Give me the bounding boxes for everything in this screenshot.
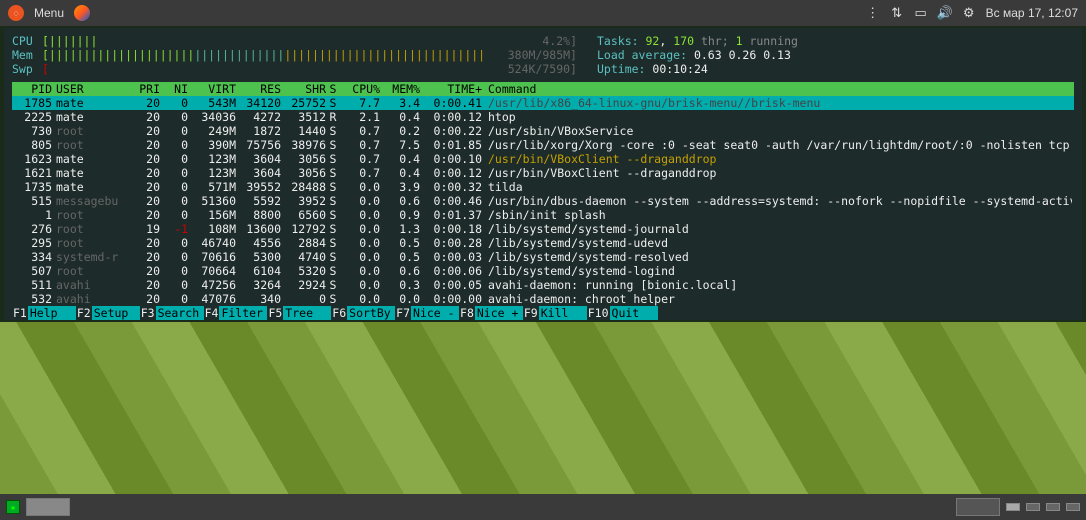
volume-icon[interactable]: 🔊 bbox=[938, 6, 952, 20]
table-row[interactable]: 532avahi200470763400S0.00.00:00.00avahi-… bbox=[12, 292, 1074, 306]
desktop-wallpaper bbox=[0, 322, 1086, 494]
cpu-value: 4.2%] bbox=[507, 34, 577, 48]
battery-icon[interactable]: ▭ bbox=[914, 6, 928, 20]
taskbar-item[interactable] bbox=[26, 498, 70, 516]
col-mem[interactable]: MEM% bbox=[380, 82, 420, 96]
workspace-3[interactable] bbox=[1046, 503, 1060, 511]
fkey-kill[interactable]: F9Kill bbox=[523, 306, 587, 320]
running-count: 1 bbox=[736, 34, 743, 48]
terminal-window: CPU [||||||| 4.2%] Tasks: 92, 170 thr; 1… bbox=[4, 28, 1082, 320]
fkey-nice[interactable]: F8Nice + bbox=[459, 306, 523, 320]
thread-count: 170 bbox=[673, 34, 694, 48]
fkey-help[interactable]: F1Help bbox=[12, 306, 76, 320]
fkey-tree[interactable]: F5Tree bbox=[267, 306, 331, 320]
col-cmd[interactable]: Command bbox=[482, 82, 1072, 96]
table-row[interactable]: 2225mate2003403642723512R2.10.40:00.12ht… bbox=[12, 110, 1074, 124]
process-list: 1785mate200543M3412025752S7.73.40:00.41/… bbox=[12, 96, 1074, 306]
table-row[interactable]: 1621mate200123M36043056S0.70.40:00.12/us… bbox=[12, 166, 1074, 180]
fkey-filter[interactable]: F4Filter bbox=[204, 306, 268, 320]
bottom-panel: ▪ bbox=[0, 494, 1086, 520]
col-virt[interactable]: VIRT bbox=[188, 82, 236, 96]
col-ni[interactable]: NI bbox=[160, 82, 188, 96]
fkey-setup[interactable]: F2Setup bbox=[76, 306, 140, 320]
tasks-count: 92 bbox=[645, 34, 659, 48]
settings-icon[interactable]: ⚙ bbox=[962, 6, 976, 20]
uptime-value: 00:10:24 bbox=[652, 62, 707, 76]
fkey-nice[interactable]: F7Nice - bbox=[395, 306, 459, 320]
top-panel: ◌ Menu ⋮ ⇅ ▭ 🔊 ⚙ Вс мар 17, 12:07 bbox=[0, 0, 1086, 26]
mem-value: 380M/985M] bbox=[507, 48, 577, 62]
table-row[interactable]: 805root200390M7575638976S0.77.50:01.85/u… bbox=[12, 138, 1074, 152]
mem-bar: [|||||||||||||||||||||||||||||||||||||||… bbox=[42, 48, 507, 62]
cpu-label: CPU bbox=[12, 34, 42, 48]
ubuntu-icon[interactable]: ◌ bbox=[8, 5, 24, 21]
col-s[interactable]: S bbox=[326, 82, 340, 96]
col-cpu[interactable]: CPU% bbox=[340, 82, 380, 96]
col-user[interactable]: USER bbox=[52, 82, 124, 96]
swp-label: Swp bbox=[12, 62, 42, 76]
workspace-4[interactable] bbox=[1066, 503, 1080, 511]
col-shr[interactable]: SHR bbox=[281, 82, 326, 96]
menu-button[interactable]: Menu bbox=[34, 6, 64, 20]
workspace-1[interactable] bbox=[1006, 503, 1020, 511]
tasks-label: Tasks: bbox=[597, 34, 639, 48]
uptime-label: Uptime: bbox=[597, 62, 645, 76]
table-row[interactable]: 276root19-1108M1360012792S0.01.30:00.18/… bbox=[12, 222, 1074, 236]
table-row[interactable]: 334systemd-r2007061653004740S0.00.50:00.… bbox=[12, 250, 1074, 264]
table-row[interactable]: 511avahi2004725632642924S0.00.30:00.05av… bbox=[12, 278, 1074, 292]
col-pri[interactable]: PRI bbox=[124, 82, 160, 96]
col-pid[interactable]: PID bbox=[14, 82, 52, 96]
swp-value: 524K/7590] bbox=[507, 62, 577, 76]
firefox-icon[interactable] bbox=[74, 5, 90, 21]
load-values: 0.63 0.26 0.13 bbox=[694, 48, 791, 62]
table-row[interactable]: 1623mate200123M36043056S0.70.40:00.10/us… bbox=[12, 152, 1074, 166]
cpu-bar: [||||||| bbox=[42, 34, 507, 48]
show-desktop-icon[interactable]: ▪ bbox=[6, 500, 20, 514]
mem-label: Mem bbox=[12, 48, 42, 62]
col-res[interactable]: RES bbox=[236, 82, 281, 96]
fkey-search[interactable]: F3Search bbox=[140, 306, 204, 320]
table-row[interactable]: 1785mate200543M3412025752S7.73.40:00.41/… bbox=[12, 96, 1074, 110]
fkey-quit[interactable]: F10Quit bbox=[587, 306, 658, 320]
table-row[interactable]: 515messagebu2005136055923952S0.00.60:00.… bbox=[12, 194, 1074, 208]
swp-bar: [ bbox=[42, 62, 507, 76]
table-row[interactable]: 1root200156M88006560S0.00.90:01.37/sbin/… bbox=[12, 208, 1074, 222]
load-label: Load average: bbox=[597, 48, 687, 62]
fkey-sortby[interactable]: F6SortBy bbox=[331, 306, 395, 320]
table-header[interactable]: PID USER PRI NI VIRT RES SHR S CPU% MEM%… bbox=[12, 82, 1074, 96]
taskbar-tray-item[interactable] bbox=[956, 498, 1000, 516]
network-icon[interactable]: ⇅ bbox=[890, 6, 904, 20]
col-time[interactable]: TIME+ bbox=[420, 82, 482, 96]
table-row[interactable]: 295root2004674045562884S0.00.50:00.28/li… bbox=[12, 236, 1074, 250]
function-keys: F1HelpF2SetupF3SearchF4FilterF5TreeF6Sor… bbox=[12, 306, 1074, 320]
separator-icon: ⋮ bbox=[866, 6, 880, 20]
table-row[interactable]: 1735mate200571M3955228488S0.03.90:00.32t… bbox=[12, 180, 1074, 194]
clock[interactable]: Вс мар 17, 12:07 bbox=[986, 6, 1078, 20]
workspace-2[interactable] bbox=[1026, 503, 1040, 511]
table-row[interactable]: 730root200249M18721440S0.70.20:00.22/usr… bbox=[12, 124, 1074, 138]
table-row[interactable]: 507root2007066461045320S0.00.60:00.06/li… bbox=[12, 264, 1074, 278]
